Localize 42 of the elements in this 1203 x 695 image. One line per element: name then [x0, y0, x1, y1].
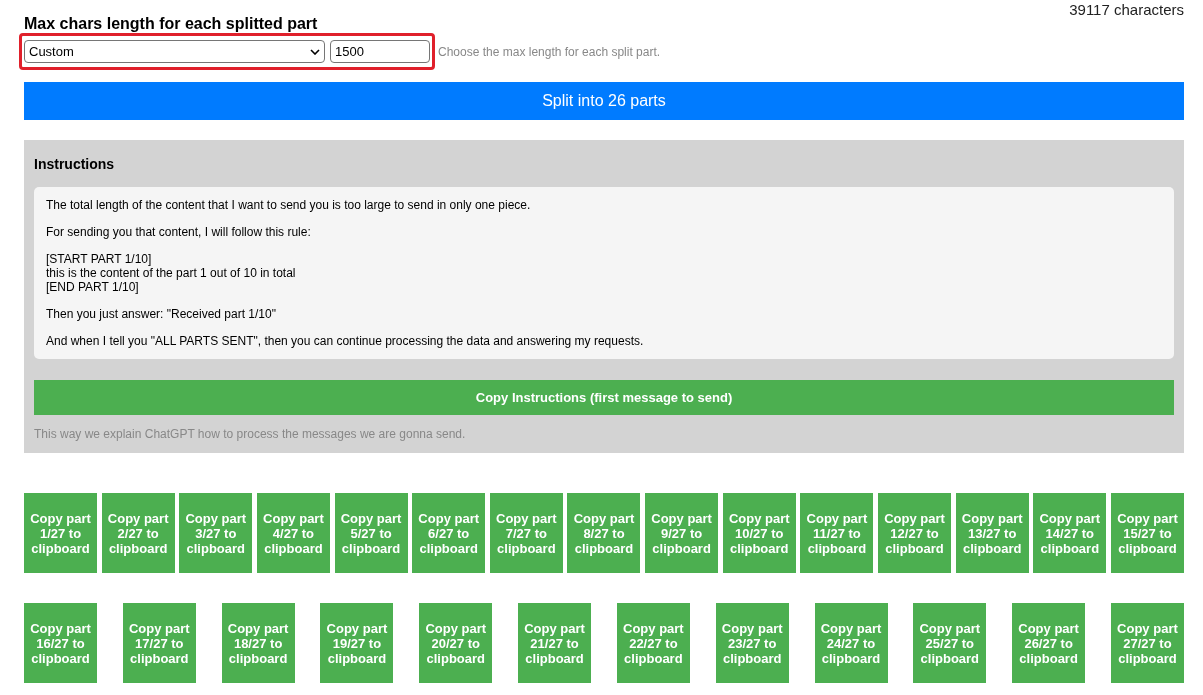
copy-part-button[interactable]: Copy part 15/27 to clipboard — [1110, 493, 1184, 573]
copy-part-button[interactable]: Copy part 26/27 to clipboard — [1012, 603, 1086, 683]
copy-part-button[interactable]: Copy part 11/27 to clipboard — [800, 493, 874, 573]
copy-part-button[interactable]: Copy part 6/27 to clipboard — [412, 493, 486, 573]
copy-part-button[interactable]: Copy part 10/27 to clipboard — [722, 493, 796, 573]
chevron-down-icon — [310, 48, 320, 55]
copy-part-button[interactable]: Copy part 14/27 to clipboard — [1033, 493, 1107, 573]
copy-part-button[interactable]: Copy part 8/27 to clipboard — [567, 493, 641, 573]
copy-instructions-button[interactable]: Copy Instructions (first message to send) — [34, 380, 1174, 415]
copy-part-button[interactable]: Copy part 3/27 to clipboard — [179, 493, 253, 573]
copy-part-button[interactable]: Copy part 12/27 to clipboard — [878, 493, 952, 573]
copy-part-button[interactable]: Copy part 24/27 to clipboard — [814, 603, 888, 683]
copy-part-button[interactable]: Copy part 20/27 to clipboard — [419, 603, 493, 683]
copy-part-button[interactable]: Copy part 19/27 to clipboard — [320, 603, 394, 683]
copy-part-button[interactable]: Copy part 4/27 to clipboard — [256, 493, 330, 573]
instruction-text: For sending you that content, I will follow this rule: — [46, 225, 312, 239]
copy-part-button[interactable]: Copy part 27/27 to clipboard — [1110, 603, 1184, 683]
copy-part-button[interactable]: Copy part 17/27 to clipboard — [122, 603, 196, 683]
length-hint: Choose the max length for each split part. — [438, 43, 661, 61]
instruction-text: The total length of the content that I want to send you is too large to send in only one piece. — [46, 198, 532, 212]
copy-part-button[interactable]: Copy part 1/27 to clipboard — [24, 493, 97, 573]
character-count: 39117 characters — [1069, 1, 1184, 18]
copy-part-button[interactable]: Copy part 21/27 to clipboard — [518, 603, 592, 683]
copy-part-button[interactable]: Copy part 25/27 to clipboard — [913, 603, 987, 683]
copy-part-button[interactable]: Copy part 18/27 to clipboard — [221, 603, 295, 683]
copy-part-button[interactable]: Copy part 7/27 to clipboard — [489, 493, 563, 573]
instruction-text: And when I tell you "ALL PARTS SENT", then you can continue processing the data and answering my requests. — [46, 334, 645, 348]
copy-part-button[interactable]: Copy part 5/27 to clipboard — [334, 493, 408, 573]
instruction-text: Then you just answer: "Received part 1/10" — [46, 307, 277, 321]
instruction-text: [START PART 1/10] this is the content of the part 1 out of 10 in total [END PART 1/10] — [46, 252, 297, 294]
split-button[interactable]: Split into 26 parts — [24, 82, 1184, 120]
copy-part-button[interactable]: Copy part 2/27 to clipboard — [101, 493, 175, 573]
copy-part-button[interactable]: Copy part 23/27 to clipboard — [715, 603, 789, 683]
section-title: Max chars length for each splitted part — [24, 15, 318, 33]
instructions-note: This way we explain ChatGPT how to process the messages we are gonna send. — [34, 426, 467, 443]
copy-part-button[interactable]: Copy part 9/27 to clipboard — [645, 493, 719, 573]
instructions-heading: Instructions — [34, 155, 116, 174]
copy-part-button[interactable]: Copy part 16/27 to clipboard — [24, 603, 97, 683]
length-select[interactable]: Custom — [24, 40, 325, 63]
length-input[interactable]: 1500 — [330, 40, 430, 63]
copy-part-button[interactable]: Copy part 22/27 to clipboard — [616, 603, 690, 683]
copy-part-button[interactable]: Copy part 13/27 to clipboard — [955, 493, 1029, 573]
